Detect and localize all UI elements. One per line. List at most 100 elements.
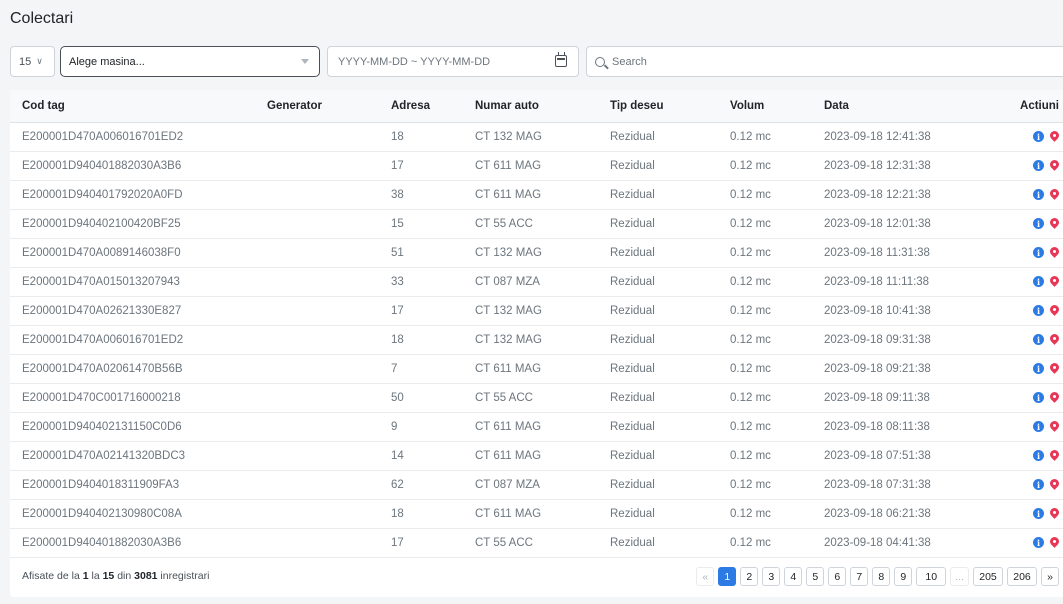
page-button-1[interactable]: 1 [718, 567, 737, 586]
table-row[interactable]: E200001D470A006016701ED2 18 CT 132 MAG Rezi… [10, 325, 1063, 355]
info-icon[interactable]: i [1033, 450, 1044, 461]
map-pin-icon[interactable] [1050, 508, 1059, 520]
table-row[interactable]: E200001D940401792020A0FD 38 CT 611 MAG Rezi… [10, 180, 1063, 210]
prev-page-button[interactable]: « [696, 567, 715, 586]
map-pin-icon[interactable] [1050, 276, 1059, 288]
map-pin-icon[interactable] [1050, 247, 1059, 259]
cell-data: 2023-09-18 12:31:38 [812, 151, 977, 181]
page-button-7[interactable]: 7 [850, 567, 869, 586]
page-button-5[interactable]: 5 [806, 567, 825, 586]
cell-volum: 0.12 mc [718, 180, 812, 210]
page-button-3[interactable]: 3 [762, 567, 781, 586]
map-pin-icon[interactable] [1050, 363, 1059, 375]
column-header-cod-tag[interactable]: Cod tag [10, 90, 255, 123]
cell-cod-tag: E200001D470A0089146038F0 [10, 238, 255, 268]
table-row[interactable]: E200001D940402130980C08A 18 CT 611 MAG Rezi… [10, 499, 1063, 529]
cell-adresa: 18 [379, 499, 463, 529]
map-pin-icon[interactable] [1050, 479, 1059, 491]
info-icon[interactable]: i [1033, 508, 1044, 519]
info-icon[interactable]: i [1033, 537, 1044, 548]
column-header-volum[interactable]: Volum [718, 90, 812, 123]
cell-data: 2023-09-18 08:11:38 [812, 412, 977, 442]
table-row[interactable]: E200001D940401882030A3B6 17 CT 55 ACC Rezid… [10, 528, 1063, 558]
map-pin-icon[interactable] [1050, 334, 1059, 346]
column-header-generator[interactable]: Generator [255, 90, 379, 123]
map-pin-icon[interactable] [1050, 305, 1059, 317]
info-icon[interactable]: i [1033, 392, 1044, 403]
row-actions: i [1033, 131, 1059, 143]
info-icon[interactable]: i [1033, 363, 1044, 374]
map-pin-icon[interactable] [1050, 392, 1059, 404]
column-header-data[interactable]: Data [812, 90, 977, 123]
column-header-adresa[interactable]: Adresa [379, 90, 463, 123]
summary-of-word: din [117, 570, 132, 582]
table-row[interactable]: E200001D470A015013207943 33 CT 087 MZA Rezi… [10, 267, 1063, 297]
cell-volum: 0.12 mc [718, 528, 812, 558]
search-input[interactable]: Search [586, 46, 1063, 77]
column-header-tip-deseu[interactable]: Tip deseu [598, 90, 718, 123]
next-page-button[interactable]: » [1041, 567, 1059, 586]
info-icon[interactable]: i [1033, 305, 1044, 316]
cell-cod-tag: E200001D470C001716000218 [10, 383, 255, 413]
map-pin-icon[interactable] [1050, 421, 1059, 433]
table-row[interactable]: E200001D470A006016701ED2 18 CT 132 MAG Rezi… [10, 122, 1063, 152]
row-actions: i [1033, 421, 1059, 433]
cell-cod-tag: E200001D940401792020A0FD [10, 180, 255, 210]
info-icon[interactable]: i [1033, 479, 1044, 490]
table-row[interactable]: E200001D940402131150C0D6 9 CT 611 MAG Rezid… [10, 412, 1063, 442]
cell-tip-deseu: Rezidual [598, 325, 718, 355]
table-row[interactable]: E200001D470C001716000218 50 CT 55 ACC Rezid… [10, 383, 1063, 413]
page-button-4[interactable]: 4 [784, 567, 803, 586]
info-icon[interactable]: i [1033, 218, 1044, 229]
cell-generator [255, 238, 379, 268]
page-button-205[interactable]: 205 [973, 567, 1003, 586]
cell-actiuni: i [977, 209, 1063, 239]
page-button-206[interactable]: 206 [1007, 567, 1037, 586]
cell-tip-deseu: Rezidual [598, 470, 718, 500]
map-pin-icon[interactable] [1050, 450, 1059, 462]
cell-data: 2023-09-18 09:11:38 [812, 383, 977, 413]
page-button-10[interactable]: 10 [916, 567, 947, 586]
summary-from: 1 [82, 570, 89, 582]
cell-actiuni: i [977, 441, 1063, 471]
table-row[interactable]: E200001D470A02061470B56B 7 CT 611 MAG Rezid… [10, 354, 1063, 384]
row-actions: i [1033, 450, 1059, 462]
info-icon[interactable]: i [1033, 160, 1044, 171]
map-pin-icon[interactable] [1050, 131, 1059, 143]
cell-generator [255, 441, 379, 471]
cell-tip-deseu: Rezidual [598, 499, 718, 529]
page-button-6[interactable]: 6 [828, 567, 847, 586]
table-footer: Afisate de la 1 la 15 din 3081 inregistr… [10, 557, 1063, 597]
page-button-8[interactable]: 8 [872, 567, 891, 586]
page-button-2[interactable]: 2 [740, 567, 759, 586]
caret-down-icon [301, 59, 309, 64]
cell-adresa: 38 [379, 180, 463, 210]
info-icon[interactable]: i [1033, 276, 1044, 287]
table-row[interactable]: E200001D470A02141320BDC3 14 CT 611 MAG Rezi… [10, 441, 1063, 471]
cell-volum: 0.12 mc [718, 296, 812, 326]
info-icon[interactable]: i [1033, 334, 1044, 345]
page-title: Colectari [10, 10, 74, 27]
page-button-9[interactable]: 9 [894, 567, 913, 586]
info-icon[interactable]: i [1033, 189, 1044, 200]
info-icon[interactable]: i [1033, 131, 1044, 142]
map-pin-icon[interactable] [1050, 218, 1059, 230]
table-row[interactable]: E200001D470A02621330E827 17 CT 132 MAG Rezi… [10, 296, 1063, 326]
cell-adresa: 14 [379, 441, 463, 471]
map-pin-icon[interactable] [1050, 189, 1059, 201]
cell-cod-tag: E200001D470A02621330E827 [10, 296, 255, 326]
column-header-numar-auto[interactable]: Numar auto [463, 90, 598, 123]
date-range-input[interactable]: YYYY-MM-DD ~ YYYY-MM-DD [327, 46, 579, 77]
table-row[interactable]: E200001D940402100420BF25 15 CT 55 ACC Rezid… [10, 209, 1063, 239]
map-pin-icon[interactable] [1050, 160, 1059, 172]
table-row[interactable]: E200001D940401882030A3B6 17 CT 611 MAG Rezi… [10, 151, 1063, 181]
calendar-icon[interactable] [555, 52, 567, 67]
map-pin-icon[interactable] [1050, 537, 1059, 549]
info-icon[interactable]: i [1033, 421, 1044, 432]
cell-data: 2023-09-18 09:21:38 [812, 354, 977, 384]
page-size-select[interactable]: 15 ∨ [10, 46, 55, 77]
info-icon[interactable]: i [1033, 247, 1044, 258]
table-row[interactable]: E200001D470A0089146038F0 51 CT 132 MAG Rezi… [10, 238, 1063, 268]
car-select[interactable]: Alege masina... [60, 46, 320, 77]
table-row[interactable]: E200001D9404018311909FA3 62 CT 087 MZA Rezi… [10, 470, 1063, 500]
